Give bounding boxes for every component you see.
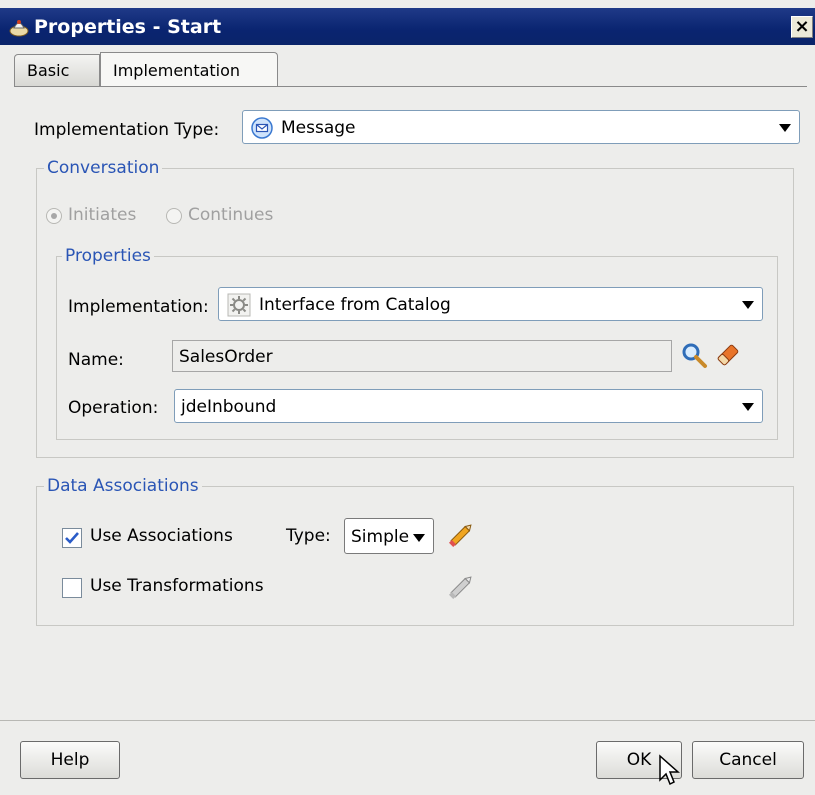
message-envelope-icon <box>251 117 273 139</box>
operation-select[interactable]: jdeInbound <box>174 389 763 423</box>
close-button[interactable]: × <box>791 16 813 38</box>
tab-implementation[interactable]: Implementation <box>100 52 278 86</box>
implementation-select[interactable]: Interface from Catalog <box>218 287 763 321</box>
type-label: Type: <box>286 526 331 546</box>
implementation-type-label: Implementation Type: <box>34 120 220 140</box>
window-title: Properties - Start <box>34 16 222 38</box>
data-associations-title: Data Associations <box>44 476 202 496</box>
use-transformations-label: Use Transformations <box>90 576 264 596</box>
name-value: SalesOrder <box>179 347 273 367</box>
chevron-down-icon <box>742 403 754 411</box>
initiates-radio[interactable] <box>46 208 62 224</box>
data-associations-group <box>36 486 794 626</box>
radio-selected-dot <box>51 213 57 219</box>
initiates-label: Initiates <box>68 205 137 225</box>
implementation-label: Implementation: <box>68 297 209 317</box>
app-icon <box>9 20 29 37</box>
checkmark-icon <box>65 532 79 544</box>
continues-radio[interactable] <box>166 208 182 224</box>
mouse-cursor-icon <box>659 754 680 786</box>
tab-basic[interactable]: Basic <box>14 54 100 86</box>
chevron-down-icon <box>779 124 791 132</box>
cancel-button[interactable]: Cancel <box>692 741 804 779</box>
name-label: Name: <box>68 350 124 370</box>
conversation-title: Conversation <box>44 158 163 178</box>
help-button[interactable]: Help <box>20 741 120 779</box>
implementation-type-select[interactable]: Message <box>242 110 800 144</box>
eraser-icon[interactable] <box>714 341 742 369</box>
name-field[interactable]: SalesOrder <box>172 340 672 372</box>
gear-icon <box>227 293 251 317</box>
button-bar-divider <box>0 720 815 721</box>
type-select[interactable]: Simple <box>344 518 434 554</box>
operation-value: jdeInbound <box>181 397 277 417</box>
implementation-type-value: Message <box>281 118 356 138</box>
type-value: Simple <box>351 527 410 547</box>
close-icon: × <box>794 16 810 37</box>
search-icon[interactable] <box>680 341 708 369</box>
implementation-value: Interface from Catalog <box>259 295 451 315</box>
edit-pencil-icon[interactable] <box>446 520 476 550</box>
use-transformations-checkbox[interactable] <box>62 578 82 598</box>
use-associations-checkbox[interactable] <box>62 528 82 548</box>
properties-title: Properties <box>62 246 154 266</box>
operation-label: Operation: <box>68 398 159 418</box>
use-associations-label: Use Associations <box>90 526 233 546</box>
chevron-down-icon <box>742 301 754 309</box>
properties-dialog: Properties - Start × Basic Implementatio… <box>0 0 815 795</box>
continues-label: Continues <box>188 205 274 225</box>
edit-pencil-icon[interactable] <box>446 572 476 602</box>
title-bar[interactable]: Properties - Start × <box>0 8 815 45</box>
chevron-down-icon <box>413 534 425 542</box>
